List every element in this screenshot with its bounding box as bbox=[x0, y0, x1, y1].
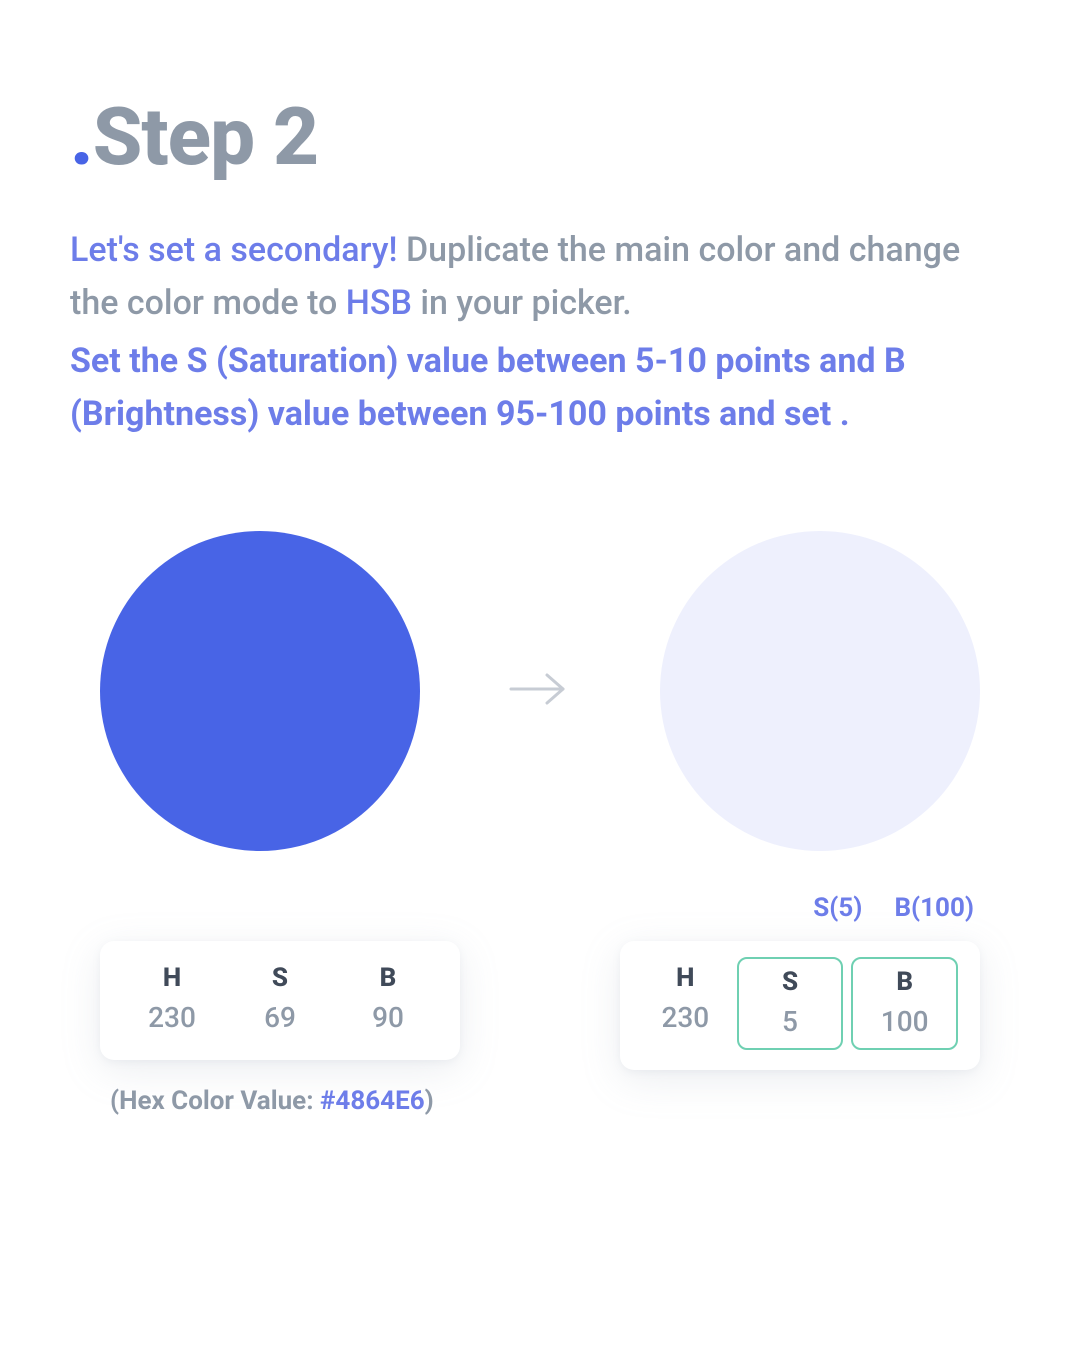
instruction-lead: Let's set a secondary! bbox=[70, 230, 398, 270]
instruction-text: Let's set a secondary! Duplicate the mai… bbox=[70, 224, 1010, 441]
primary-s-value: 69 bbox=[226, 1001, 334, 1034]
secondary-b-value: 100 bbox=[857, 1005, 952, 1038]
secondary-color-swatch bbox=[660, 531, 980, 851]
step-page: .Step 2 Let's set a secondary! Duplicate… bbox=[0, 0, 1080, 1116]
secondary-b-cell: B 100 bbox=[851, 957, 958, 1050]
primary-s-cell: S 69 bbox=[226, 963, 334, 1034]
hex-suffix: ) bbox=[425, 1086, 434, 1116]
instruction-bold: Set the S (Saturation) value between 5-1… bbox=[70, 335, 1010, 440]
instruction-hsb: HSB bbox=[346, 283, 412, 323]
hex-color-line: (Hex Color Value: #4864E6) bbox=[100, 1086, 460, 1116]
primary-h-value: 230 bbox=[118, 1001, 226, 1034]
secondary-h-value: 230 bbox=[638, 1001, 733, 1034]
primary-h-label: H bbox=[118, 963, 226, 993]
primary-s-label: S bbox=[226, 963, 334, 993]
primary-b-cell: B 90 bbox=[334, 963, 442, 1034]
primary-b-value: 90 bbox=[334, 1001, 442, 1034]
secondary-h-label: H bbox=[638, 963, 733, 993]
primary-b-label: B bbox=[334, 963, 442, 993]
hex-prefix: (Hex Color Value: bbox=[110, 1086, 320, 1116]
b-callout-label: B(100) bbox=[894, 893, 974, 923]
secondary-s-value: 5 bbox=[743, 1005, 838, 1038]
secondary-h-cell: H 230 bbox=[638, 963, 733, 1044]
swatch-row bbox=[70, 531, 1010, 851]
primary-color-swatch bbox=[100, 531, 420, 851]
hsb-panels-row: H 230 S 69 B 90 (Hex Color Value: #4864E… bbox=[70, 941, 1010, 1116]
s-callout-label: S(5) bbox=[813, 893, 862, 923]
instruction-rest-2: in your picker. bbox=[412, 283, 632, 323]
title-text: Step 2 bbox=[93, 90, 318, 184]
secondary-s-cell: S 5 bbox=[737, 957, 844, 1050]
primary-hsb-column: H 230 S 69 B 90 (Hex Color Value: #4864E… bbox=[100, 941, 460, 1116]
secondary-b-label: B bbox=[857, 967, 952, 997]
secondary-hsb-column: S(5) B(100) H 230 S 5 B 100 bbox=[620, 941, 980, 1116]
page-title: .Step 2 bbox=[70, 90, 1010, 184]
hex-value: #4864E6 bbox=[320, 1086, 425, 1116]
secondary-hsb-panel: H 230 S 5 B 100 bbox=[620, 941, 980, 1070]
title-dot: . bbox=[70, 90, 93, 184]
secondary-s-label: S bbox=[743, 967, 838, 997]
primary-hsb-panel: H 230 S 69 B 90 bbox=[100, 941, 460, 1060]
arrow-icon bbox=[505, 669, 575, 713]
primary-h-cell: H 230 bbox=[118, 963, 226, 1034]
sb-callout-labels: S(5) B(100) bbox=[813, 893, 974, 923]
